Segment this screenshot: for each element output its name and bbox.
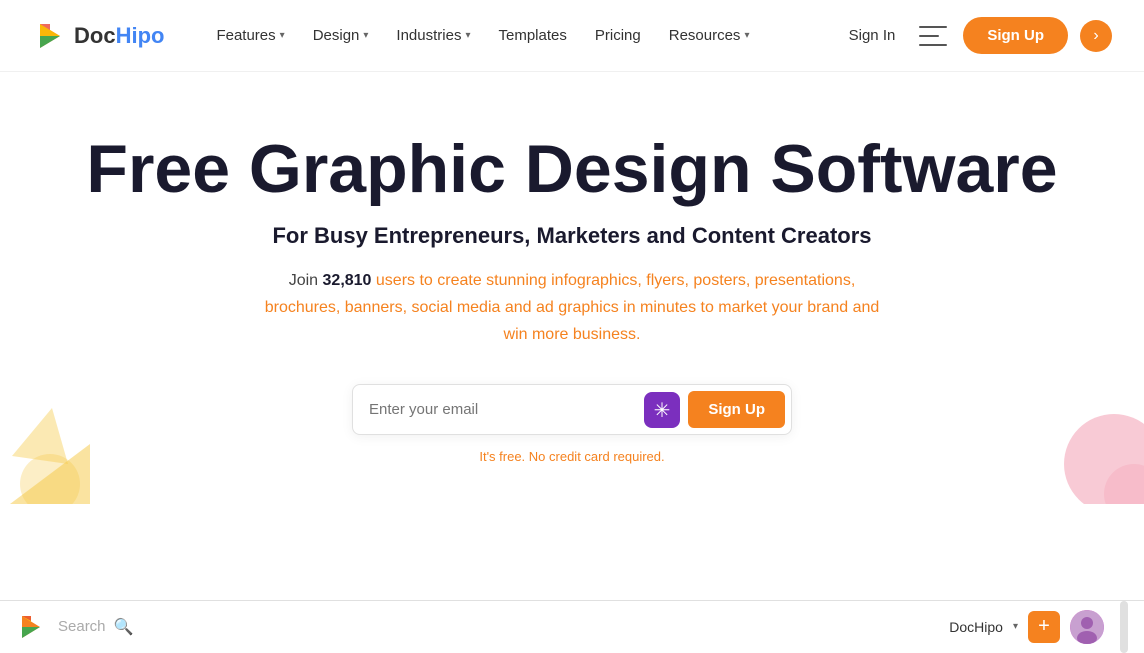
logo[interactable]: DocHipo bbox=[32, 18, 164, 54]
bottom-user-name: DocHipo bbox=[949, 619, 1003, 635]
signup-button[interactable]: Sign Up bbox=[963, 17, 1068, 54]
nav-item-industries[interactable]: Industries ▾ bbox=[384, 19, 482, 52]
sign-in-button[interactable]: Sign In bbox=[837, 19, 908, 52]
scrollbar[interactable] bbox=[1120, 601, 1128, 653]
nav-links: Features ▾ Design ▾ Industries ▾ Templat… bbox=[204, 19, 836, 52]
chevron-down-icon: ▾ bbox=[280, 30, 285, 41]
nav-item-design[interactable]: Design ▾ bbox=[301, 19, 381, 52]
avatar[interactable] bbox=[1070, 610, 1104, 644]
bottom-right: DocHipo ▾ + bbox=[949, 610, 1104, 644]
nav-right: Sign In Sign Up › bbox=[837, 17, 1112, 54]
svg-text:✳: ✳ bbox=[654, 400, 671, 422]
email-form: ✳ Sign Up bbox=[352, 384, 792, 435]
dochipo-logo-icon bbox=[32, 18, 68, 54]
nav-item-pricing[interactable]: Pricing bbox=[583, 19, 653, 52]
bottom-chevron-down-icon: ▾ bbox=[1013, 621, 1018, 632]
nav-item-resources[interactable]: Resources ▾ bbox=[657, 19, 762, 52]
chevron-down-icon: ▾ bbox=[363, 30, 368, 41]
bottom-plus-button[interactable]: + bbox=[1028, 611, 1060, 643]
snowflake-icon: ✳ bbox=[644, 392, 680, 428]
free-note: It's free. No credit card required. bbox=[479, 449, 664, 464]
hero-subtitle: For Busy Entrepreneurs, Marketers and Co… bbox=[272, 223, 871, 249]
chevron-down-icon: ▾ bbox=[744, 30, 749, 41]
hamburger-icon[interactable] bbox=[919, 26, 947, 46]
nav-item-features[interactable]: Features ▾ bbox=[204, 19, 296, 52]
bottom-bar: Search 🔍 DocHipo ▾ + bbox=[0, 600, 1144, 652]
bottom-search-text: Search bbox=[58, 618, 106, 635]
hero-title: Free Graphic Design Software bbox=[86, 132, 1057, 207]
deco-left bbox=[0, 384, 100, 504]
search-icon: 🔍 bbox=[114, 617, 134, 637]
form-signup-button[interactable]: Sign Up bbox=[688, 391, 785, 428]
email-input[interactable] bbox=[369, 401, 644, 418]
hero-section: Free Graphic Design Software For Busy En… bbox=[0, 72, 1144, 504]
chevron-down-icon: ▾ bbox=[465, 30, 470, 41]
bottom-logo-icon bbox=[16, 612, 46, 642]
nav-item-templates[interactable]: Templates bbox=[487, 19, 579, 52]
navbar: DocHipo Features ▾ Design ▾ Industries ▾… bbox=[0, 0, 1144, 72]
bottom-search-area[interactable]: Search 🔍 bbox=[58, 617, 318, 637]
logo-text: DocHipo bbox=[74, 23, 164, 49]
deco-right bbox=[1024, 384, 1144, 504]
arrow-button[interactable]: › bbox=[1080, 20, 1112, 52]
hero-description: Join 32,810 users to create stunning inf… bbox=[252, 267, 892, 349]
